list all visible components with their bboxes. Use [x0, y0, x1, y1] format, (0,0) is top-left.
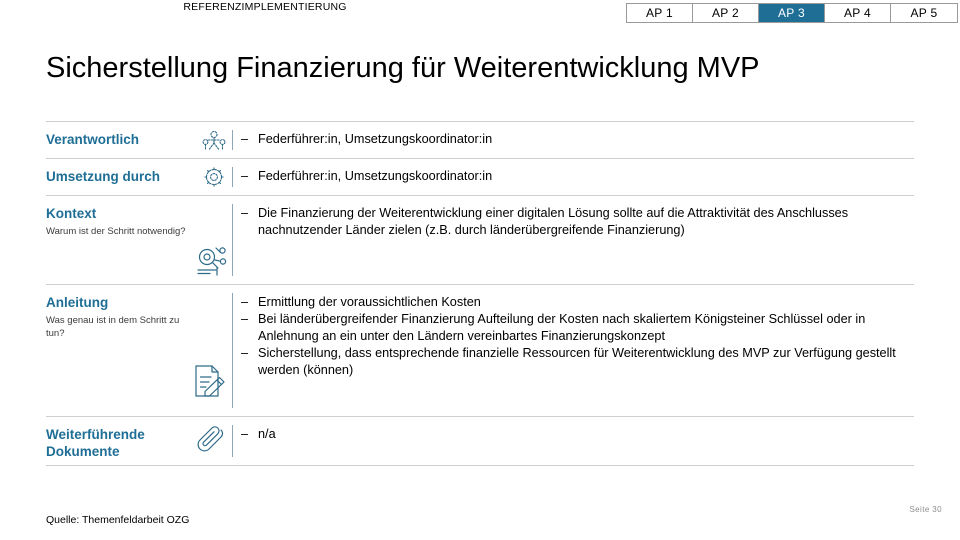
- list-item: Federführer:in, Umsetzungskoordinator:in: [241, 131, 914, 148]
- page-number: Seite 30: [909, 505, 942, 514]
- people-group-icon: [201, 129, 227, 153]
- row-label-cell: Anleitung Was genau ist in dem Schritt z…: [46, 285, 232, 416]
- row-subtitle: Was genau ist in dem Schritt zu tun?: [46, 315, 180, 339]
- source-note: Quelle: Themenfeldarbeit OZG: [46, 514, 190, 526]
- paperclip-icon: [196, 423, 228, 455]
- tab-ap-2[interactable]: AP 2: [693, 4, 759, 22]
- list-item: Ermittlung der voraussichtlichen Kosten: [241, 294, 914, 311]
- row-heading: Weiterführende Dokumente: [46, 427, 145, 459]
- table-row: Weiterführende Dokumente n/a: [46, 416, 914, 466]
- tab-ap-4[interactable]: AP 4: [825, 4, 891, 22]
- tab-ap-5[interactable]: AP 5: [891, 4, 957, 22]
- magnifier-analysis-icon: [194, 244, 230, 278]
- row-subtitle: Warum ist der Schritt notwendig?: [46, 226, 186, 237]
- row-heading: Anleitung: [46, 295, 109, 310]
- row-label-cell: Kontext Warum ist der Schritt notwendig?: [46, 196, 232, 284]
- table-row: Umsetzung durch Federführer:: [46, 158, 914, 195]
- row-label-cell: Weiterführende Dokumente: [46, 417, 232, 465]
- table-row: Anleitung Was genau ist in dem Schritt z…: [46, 284, 914, 416]
- row-content-cell: Federführer:in, Umsetzungskoordinator:in: [233, 159, 914, 195]
- list-item: Bei länderübergreifender Finanzierung Au…: [241, 311, 914, 345]
- list-item: Federführer:in, Umsetzungskoordinator:in: [241, 168, 914, 185]
- tab-ap-3[interactable]: AP 3: [759, 4, 825, 22]
- page-title: Sicherstellung Finanzierung für Weiteren…: [46, 52, 760, 85]
- gear-network-icon: [201, 165, 227, 190]
- row-content-cell: Federführer:in, Umsetzungskoordinator:in: [233, 122, 914, 158]
- row-label-cell: Umsetzung durch: [46, 159, 232, 195]
- tab-ap-1[interactable]: AP 1: [627, 4, 693, 22]
- list-item: n/a: [241, 426, 914, 443]
- eyebrow-label: REFERENZIMPLEMENTIERUNG: [183, 1, 347, 13]
- ap-tab-bar[interactable]: AP 1 AP 2 AP 3 AP 4 AP 5: [626, 3, 958, 23]
- table-row: Kontext Warum ist der Schritt notwendig?: [46, 195, 914, 284]
- bullet-list: n/a: [241, 426, 914, 443]
- list-item: Sicherstellung, dass entsprechende finan…: [241, 345, 914, 379]
- row-label-cell: Verantwortlich: [46, 122, 232, 158]
- row-heading: Kontext: [46, 206, 97, 221]
- bullet-list: Federführer:in, Umsetzungskoordinator:in: [241, 168, 914, 185]
- steps-table: Verantwortlich Federführer:in, Umsetzun: [46, 121, 914, 466]
- row-content-cell: n/a: [233, 417, 914, 465]
- row-content-cell: Die Finanzierung der Weiterentwicklung e…: [233, 196, 914, 284]
- bullet-list: Ermittlung der voraussichtlichen Kosten …: [241, 294, 914, 379]
- document-pencil-icon: [192, 363, 226, 399]
- bullet-list: Federführer:in, Umsetzungskoordinator:in: [241, 131, 914, 148]
- bullet-list: Die Finanzierung der Weiterentwicklung e…: [241, 205, 914, 239]
- list-item: Die Finanzierung der Weiterentwicklung e…: [241, 205, 914, 239]
- table-row: Verantwortlich Federführer:in, Umsetzun: [46, 121, 914, 158]
- row-content-cell: Ermittlung der voraussichtlichen Kosten …: [233, 285, 914, 416]
